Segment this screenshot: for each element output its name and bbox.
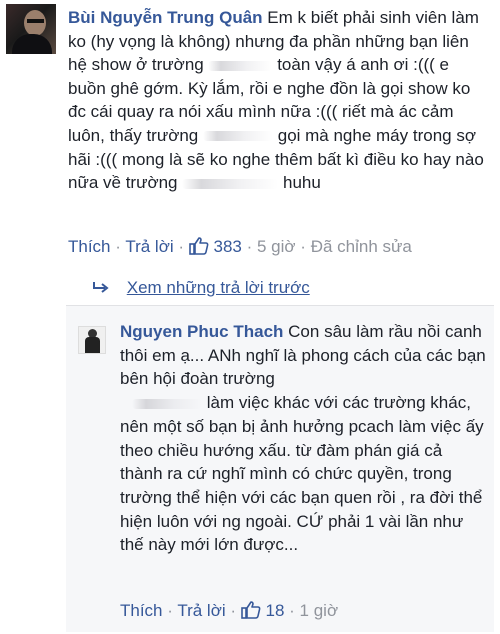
avatar-face xyxy=(24,10,46,36)
reply-arrow-icon xyxy=(92,278,110,298)
thumbs-up-icon[interactable] xyxy=(188,237,209,255)
avatar[interactable] xyxy=(78,326,106,354)
separator-dot: · xyxy=(300,237,311,256)
separator-dot: · xyxy=(246,237,257,256)
reply-author-link[interactable]: Nguyen Phuc Thach xyxy=(120,322,283,341)
reply-body: Nguyen Phuc Thach Con sâu làm rầu nồi ca… xyxy=(120,320,486,557)
avatar[interactable] xyxy=(6,4,56,54)
like-link[interactable]: Thích xyxy=(120,601,163,620)
separator-dot: · xyxy=(115,237,126,256)
separator-dot: · xyxy=(230,601,241,620)
comment-author-link[interactable]: Bùi Nguyễn Trung Quân xyxy=(68,8,263,27)
avatar-glasses xyxy=(27,19,44,23)
like-link[interactable]: Thích xyxy=(68,237,111,256)
avatar-body xyxy=(85,337,100,353)
view-previous-label[interactable]: Xem những trả lời trước xyxy=(127,278,310,297)
like-count[interactable]: 18 xyxy=(266,601,285,620)
reply-text-part: làm việc khác với các trường khác, nên m… xyxy=(120,393,484,555)
edited-label[interactable]: Đã chỉnh sửa xyxy=(311,237,412,256)
redacted-blur xyxy=(132,398,202,409)
separator-dot: · xyxy=(167,601,178,620)
timestamp[interactable]: 1 giờ xyxy=(300,601,339,620)
reply-link[interactable]: Trả lời xyxy=(125,237,173,256)
comment-text-part: huhu xyxy=(282,173,321,193)
redacted-blur xyxy=(203,131,273,142)
reply-container: Nguyen Phuc Thach Con sâu làm rầu nồi ca… xyxy=(66,305,494,632)
comment-body: Bùi Nguyễn Trung Quân Em k biết phải sin… xyxy=(68,6,488,195)
avatar-shoulders xyxy=(12,34,52,54)
reply-actions: Thích · Trả lời · 18 · 1 giờ xyxy=(120,601,338,621)
separator-dot: · xyxy=(289,601,300,620)
comment-actions: Thích · Trả lời · 383 · 5 giờ · Đã chỉnh… xyxy=(68,237,412,257)
timestamp[interactable]: 5 giờ xyxy=(257,237,296,256)
view-previous-replies[interactable]: Xem những trả lời trước xyxy=(92,278,310,298)
thumbs-up-icon[interactable] xyxy=(240,601,261,619)
separator-dot: · xyxy=(178,237,189,256)
like-count[interactable]: 383 xyxy=(214,237,242,256)
reply-link[interactable]: Trả lời xyxy=(177,601,225,620)
redacted-blur xyxy=(208,60,273,71)
redacted-blur xyxy=(182,178,279,189)
